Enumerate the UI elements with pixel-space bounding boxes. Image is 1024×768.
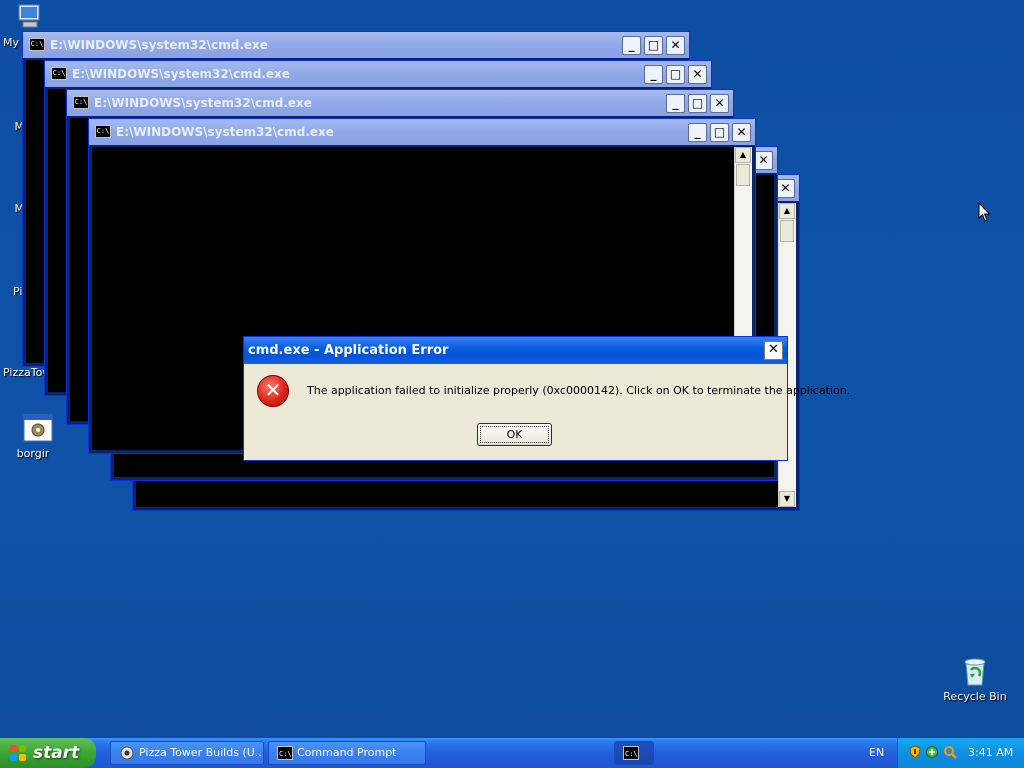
close-button[interactable]: ✕ xyxy=(732,123,751,142)
desktop-icon-borgir[interactable]: borgir xyxy=(3,413,73,460)
language-indicator[interactable]: EN xyxy=(869,746,884,759)
application-error-dialog[interactable]: cmd.exe - Application Error ✕ ✕ The appl… xyxy=(243,336,850,461)
mouse-cursor-icon xyxy=(978,202,991,222)
close-button[interactable]: ✕ xyxy=(776,179,795,198)
window-title: E:\WINDOWS\system32\cmd.exe xyxy=(72,67,290,81)
scroll-down-arrow[interactable]: ▼ xyxy=(779,491,795,507)
maximize-button[interactable]: □ xyxy=(710,123,729,142)
taskbar-button-label: Pizza Tower Builds (U... xyxy=(139,746,264,759)
close-button[interactable]: ✕ xyxy=(710,94,729,113)
minimize-button[interactable]: _ xyxy=(644,65,663,84)
cmd-icon: C:\ xyxy=(73,96,89,109)
windows-logo-icon xyxy=(10,745,27,761)
taskbar-button-command-prompt[interactable]: C:\ Command Prompt xyxy=(268,741,426,765)
cmd-icon: C:\ xyxy=(277,746,293,760)
close-button[interactable]: ✕ xyxy=(754,151,773,170)
recycle-bin-icon xyxy=(960,656,990,686)
security-shield-icon[interactable] xyxy=(908,745,922,759)
browser-icon xyxy=(119,746,135,760)
window-title: E:\WINDOWS\system32\cmd.exe xyxy=(50,38,268,52)
desktop-icon-partial: M xyxy=(14,202,25,215)
window-titlebar[interactable]: C:\ E:\WINDOWS\system32\cmd.exe _ □ ✕ xyxy=(67,90,733,116)
window-title: E:\WINDOWS\system32\cmd.exe xyxy=(116,125,334,139)
scroll-up-arrow[interactable]: ▲ xyxy=(735,147,751,163)
taskbar-button-cmd-group[interactable]: C:\ xyxy=(614,741,654,765)
cmd-icon: C:\ xyxy=(51,67,67,80)
cmd-icon: C:\ xyxy=(29,38,45,51)
computer-icon xyxy=(13,2,43,32)
window-titlebar[interactable]: C:\ E:\WINDOWS\system32\cmd.exe _ □ ✕ xyxy=(23,32,689,58)
clock[interactable]: 3:41 AM xyxy=(968,746,1013,759)
minimize-button[interactable]: _ xyxy=(622,36,641,55)
system-tray: 3:41 AM xyxy=(897,738,1024,768)
maximize-button[interactable]: □ xyxy=(644,36,663,55)
dialog-title: cmd.exe - Application Error xyxy=(248,343,449,358)
network-icon[interactable] xyxy=(925,745,939,759)
error-icon: ✕ xyxy=(257,375,289,407)
scroll-thumb[interactable] xyxy=(780,220,794,242)
desktop: My M M Pizz PizzaTow borgir xyxy=(0,0,1024,738)
cmd-icon: C:\ xyxy=(95,125,111,138)
ok-button[interactable]: OK xyxy=(477,423,552,446)
taskbar-button-pizza-tower[interactable]: Pizza Tower Builds (U... xyxy=(110,741,264,765)
window-title: E:\WINDOWS\system32\cmd.exe xyxy=(94,96,312,110)
taskbar-button-label: Command Prompt xyxy=(297,746,397,759)
maximize-button[interactable]: □ xyxy=(688,94,707,113)
maximize-button[interactable]: □ xyxy=(666,65,685,84)
dialog-titlebar[interactable]: cmd.exe - Application Error ✕ xyxy=(244,337,787,364)
close-button[interactable]: ✕ xyxy=(688,65,707,84)
window-titlebar[interactable]: C:\ E:\WINDOWS\system32\cmd.exe _ □ ✕ xyxy=(89,119,755,145)
minimize-button[interactable]: _ xyxy=(688,123,707,142)
desktop-icon-label: borgir xyxy=(16,447,50,460)
dialog-close-button[interactable]: ✕ xyxy=(764,341,783,360)
start-label: start xyxy=(33,743,80,763)
cmd-icon: C:\ xyxy=(623,746,639,760)
taskbar: start Pizza Tower Builds (U... C:\ Comma… xyxy=(0,738,1024,768)
svg-text:C:\: C:\ xyxy=(625,750,638,758)
scroll-thumb[interactable] xyxy=(736,164,750,186)
minimize-button[interactable]: _ xyxy=(666,94,685,113)
svg-text:C:\: C:\ xyxy=(279,750,292,758)
desktop-icon-partial: M xyxy=(14,120,25,133)
start-button[interactable]: start xyxy=(0,738,96,768)
window-titlebar[interactable]: C:\ E:\WINDOWS\system32\cmd.exe _ □ ✕ xyxy=(45,61,711,87)
dialog-message: The application failed to initialize pro… xyxy=(307,384,851,397)
application-icon xyxy=(23,413,53,443)
desktop-icon-label: Recycle Bin xyxy=(943,690,1007,703)
desktop-icon-recycle-bin[interactable]: Recycle Bin xyxy=(940,656,1010,703)
search-icon[interactable] xyxy=(943,745,957,759)
scroll-up-arrow[interactable]: ▲ xyxy=(779,203,795,219)
close-button[interactable]: ✕ xyxy=(666,36,685,55)
